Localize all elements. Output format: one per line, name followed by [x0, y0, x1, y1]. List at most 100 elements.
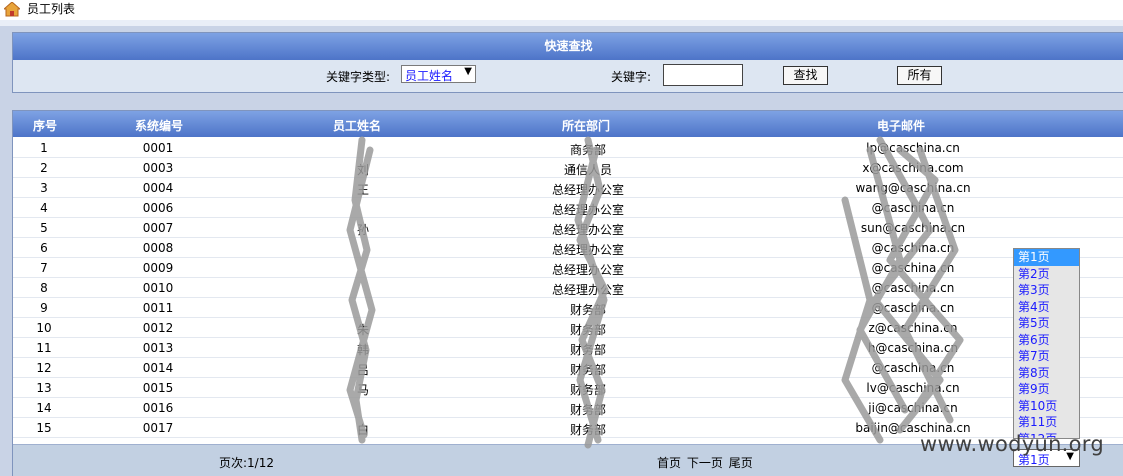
chevron-down-icon: ▼ — [464, 66, 472, 77]
cell-email: z@caschina.cn — [868, 321, 958, 335]
cell-dept: 通信人员 — [563, 163, 612, 177]
table-row: 13 0015 马 财务部 lv@caschina.cn — [13, 378, 1123, 398]
table-row: 7 0009 总经理办公室 @caschina.cn — [13, 258, 1123, 278]
cell-code: 0015 — [142, 381, 174, 395]
cell-dept: 总经理办公室 — [551, 223, 624, 237]
cell-no: 4 — [40, 201, 48, 215]
cell-email: sun@caschina.cn — [860, 221, 966, 235]
page-option[interactable]: 第3页 — [1014, 282, 1079, 299]
window-titlebar: 员工列表 — [0, 0, 1123, 21]
cell-no: 7 — [40, 261, 48, 275]
cell-code: 0012 — [142, 321, 174, 335]
cell-name: 吕 — [356, 363, 369, 377]
search-button[interactable]: 查找 — [783, 66, 828, 85]
table-header: 序号 系统编号 员工姓名 所在部门 电子邮件 — [13, 111, 1123, 137]
cell-email: @caschina.cn — [871, 201, 955, 215]
cell-no: 15 — [36, 421, 52, 435]
table-row: 14 0016 财务部 ji@caschina.cn — [13, 398, 1123, 418]
page-info: 页次:1/12 — [219, 456, 274, 470]
cell-dept: 总经理办公室 — [551, 243, 624, 257]
quick-search-panel: 快速查找 关键字类型: 员工姓名 ▼ 关键字: 查找 所有 — [12, 32, 1123, 93]
cell-dept: 财务部 — [569, 303, 606, 317]
page-dropdown-list[interactable]: 第1页 第2页 第3页 第4页 第5页 第6页 第7页 第8页 第9页 第10页 第11页 第12页 — [1013, 248, 1080, 439]
cell-dept: 总经理办公室 — [551, 283, 624, 297]
cell-dept: 财务部 — [569, 383, 606, 397]
table-row: 10 0012 朱 财务部 z@caschina.cn — [13, 318, 1123, 338]
page-option[interactable]: 第9页 — [1014, 381, 1079, 398]
cell-no: 11 — [36, 341, 52, 355]
cell-code: 0001 — [142, 141, 174, 155]
cell-no: 8 — [40, 281, 48, 295]
header-no: 序号 — [33, 119, 58, 133]
cell-no: 12 — [36, 361, 52, 375]
cell-name: 刘 — [356, 163, 369, 177]
cell-email: lp@caschina.cn — [866, 141, 960, 155]
cell-email: @caschina.cn — [871, 301, 955, 315]
cell-name: 孙 — [356, 223, 369, 237]
cell-email: @caschina.cn — [871, 361, 955, 375]
page-option[interactable]: 第1页 — [1014, 249, 1079, 266]
show-all-button[interactable]: 所有 — [897, 66, 942, 85]
page-option[interactable]: 第2页 — [1014, 266, 1079, 283]
cell-name: 马 — [356, 383, 369, 397]
cell-email: lv@caschina.cn — [866, 381, 960, 395]
cell-code: 0010 — [142, 281, 174, 295]
home-icon — [4, 2, 20, 17]
cell-no: 3 — [40, 181, 48, 195]
page-option[interactable]: 第7页 — [1014, 348, 1079, 365]
header-dept: 所在部门 — [562, 119, 611, 133]
cell-code: 0004 — [142, 181, 174, 195]
cell-email: @caschina.cn — [871, 281, 955, 295]
cell-code: 0013 — [142, 341, 174, 355]
table-row: 9 0011 财务部 @caschina.cn — [13, 298, 1123, 318]
page-option[interactable]: 第4页 — [1014, 299, 1079, 316]
table-row: 11 0013 韩 财务部 h@caschina.cn — [13, 338, 1123, 358]
page-option[interactable]: 第5页 — [1014, 315, 1079, 332]
page-option[interactable]: 第10页 — [1014, 398, 1079, 415]
cell-dept: 财务部 — [569, 363, 606, 377]
cell-code: 0009 — [142, 261, 174, 275]
cell-no: 6 — [40, 241, 48, 255]
cell-email: @caschina.cn — [871, 261, 955, 275]
cell-name: 白 — [356, 423, 369, 437]
cell-dept: 总经理办公室 — [551, 203, 624, 217]
cell-code: 0007 — [142, 221, 174, 235]
cell-email: wang@caschina.cn — [855, 181, 971, 195]
first-page-link[interactable]: 首页 — [657, 456, 681, 470]
pager-nav: 首页 下一页 尾页 — [657, 454, 755, 471]
table-body: 1 0001 商务部 lp@caschina.cn 2 0003 刘 通信人员 x@caschi… — [13, 138, 1123, 438]
quick-search-header: 快速查找 — [13, 33, 1123, 60]
last-page-link[interactable]: 尾页 — [729, 456, 753, 470]
keyword-type-select[interactable]: 员工姓名 ▼ — [401, 65, 476, 83]
table-row: 8 0010 总经理办公室 @caschina.cn — [13, 278, 1123, 298]
header-email: 电子邮件 — [877, 119, 926, 133]
table-row: 3 0004 王 总经理办公室 wang@caschina.cn — [13, 178, 1123, 198]
page-option[interactable]: 第8页 — [1014, 365, 1079, 382]
table-row: 4 0006 总经理办公室 @caschina.cn — [13, 198, 1123, 218]
search-row: 关键字类型: 员工姓名 ▼ 关键字: 查找 所有 — [13, 60, 1123, 92]
table-row: 1 0001 商务部 lp@caschina.cn — [13, 138, 1123, 158]
keyword-type-label: 关键字类型: — [326, 70, 391, 84]
page-option[interactable]: 第6页 — [1014, 332, 1079, 349]
watermark: www.wodyun.org — [920, 432, 1104, 456]
cell-code: 0006 — [142, 201, 174, 215]
table-row: 6 0008 总经理办公室 @caschina.cn — [13, 238, 1123, 258]
title-separator — [0, 20, 1123, 26]
employee-table: 序号 系统编号 员工姓名 所在部门 电子邮件 1 0001 商务部 lp@caschi… — [12, 110, 1123, 476]
cell-name: 王 — [356, 183, 369, 197]
cell-dept: 财务部 — [569, 423, 606, 437]
cell-no: 9 — [40, 301, 48, 315]
page-option[interactable]: 第11页 — [1014, 414, 1079, 431]
cell-name: 韩 — [356, 343, 369, 357]
cell-no: 13 — [36, 381, 52, 395]
next-page-link[interactable]: 下一页 — [687, 456, 723, 470]
window-title: 员工列表 — [27, 2, 76, 16]
header-code: 系统编号 — [135, 119, 184, 133]
cell-dept: 财务部 — [569, 323, 606, 337]
cell-name: 朱 — [356, 323, 369, 337]
table-row: 5 0007 孙 总经理办公室 sun@caschina.cn — [13, 218, 1123, 238]
cell-no: 1 — [40, 141, 48, 155]
table-row: 12 0014 吕 财务部 @caschina.cn — [13, 358, 1123, 378]
keyword-input[interactable] — [663, 64, 743, 86]
cell-dept: 财务部 — [569, 343, 606, 357]
